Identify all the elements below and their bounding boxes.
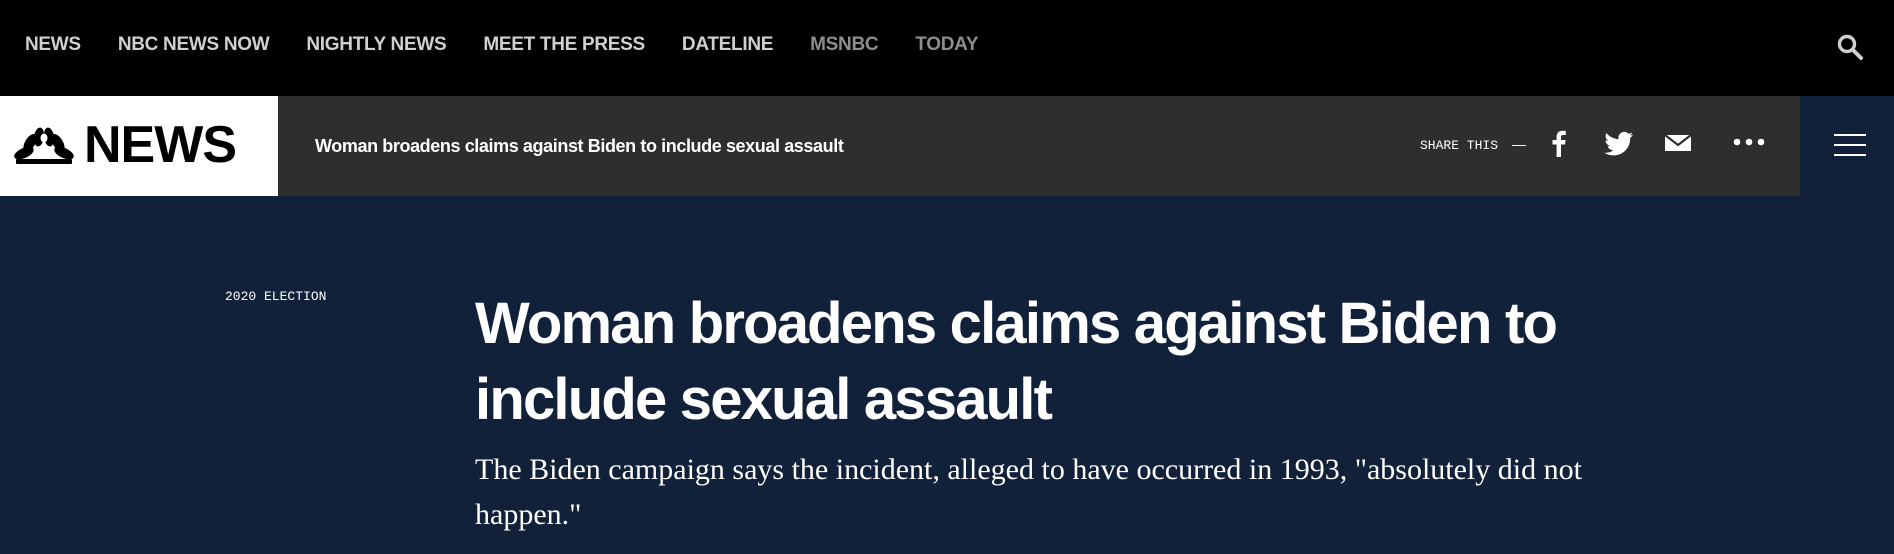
more-icon[interactable] (1732, 129, 1766, 157)
article-dek: The Biden campaign says the incident, al… (475, 453, 1582, 531)
twitter-icon[interactable] (1604, 129, 1634, 157)
sticky-headline: Woman broadens claims against Biden to i… (315, 136, 844, 156)
share-label: SHARE THIS (1420, 138, 1499, 153)
nav-link-today[interactable]: TODAY (915, 34, 978, 56)
logo-text: NEWS (84, 116, 237, 174)
search-icon[interactable] (1836, 33, 1864, 61)
nav-link-msnbc[interactable]: MSNBC (810, 34, 878, 56)
article-headline: Woman broadens claims against Biden to i… (475, 291, 1558, 432)
share-dash: — (1512, 136, 1526, 152)
nav-link-meet-the-press[interactable]: MEET THE PRESS (483, 34, 645, 56)
peacock-icon (14, 127, 74, 164)
nav-link-nbc-news-now[interactable]: NBC NEWS NOW (118, 34, 270, 56)
nav-link-news[interactable]: NEWS (25, 34, 81, 56)
menu-button[interactable] (1800, 96, 1894, 196)
top-nav-links: NEWS NBC NEWS NOW NIGHTLY NEWS MEET THE … (25, 34, 1015, 56)
nbc-news-logo[interactable]: NEWS (0, 96, 278, 196)
top-navigation: NEWS NBC NEWS NOW NIGHTLY NEWS MEET THE … (0, 0, 1894, 96)
sticky-article-bar: NEWS Woman broadens claims against Biden… (0, 96, 1894, 196)
nav-link-nightly-news[interactable]: NIGHTLY NEWS (306, 34, 446, 56)
facebook-icon[interactable] (1547, 129, 1569, 157)
mail-icon[interactable] (1664, 129, 1692, 157)
section-eyebrow[interactable]: 2020 ELECTION (225, 289, 326, 304)
nav-link-dateline[interactable]: DATELINE (682, 34, 774, 56)
hamburger-icon (1834, 134, 1866, 156)
